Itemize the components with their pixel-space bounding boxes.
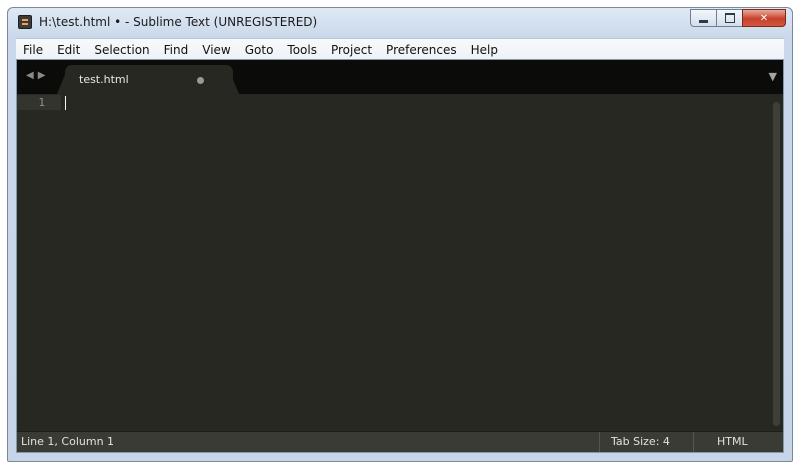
window-title: H:\test.html • - Sublime Text (UNREGISTE… [39, 15, 318, 29]
menu-preferences[interactable]: Preferences [379, 40, 464, 60]
close-button[interactable]: ✕ [742, 9, 786, 27]
window-controls: ✕ [690, 9, 786, 27]
app-window: H:\test.html • - Sublime Text (UNREGISTE… [7, 7, 793, 462]
menu-tools[interactable]: Tools [280, 40, 324, 60]
minimize-button[interactable] [690, 9, 716, 27]
sublime-app-icon[interactable] [18, 15, 32, 29]
back-arrow-icon[interactable]: ◀ [26, 70, 38, 81]
menu-selection[interactable]: Selection [87, 40, 156, 60]
tab-size-indicator[interactable]: Tab Size: 4 [611, 435, 670, 448]
title-bar[interactable]: H:\test.html • - Sublime Text (UNREGISTE… [8, 8, 792, 38]
text-cursor [65, 96, 66, 110]
tab-nav: ◀▶ [26, 70, 49, 81]
vertical-scrollbar[interactable] [773, 102, 780, 426]
unsaved-dot-icon[interactable] [197, 77, 204, 84]
line-number: 1 [38, 96, 45, 109]
menu-file[interactable]: File [16, 40, 50, 60]
minimize-icon [699, 19, 708, 23]
maximize-button[interactable] [716, 9, 742, 27]
status-divider [693, 432, 694, 452]
menu-view[interactable]: View [195, 40, 237, 60]
syntax-indicator[interactable]: HTML [717, 435, 748, 448]
menu-goto[interactable]: Goto [238, 40, 281, 60]
line-gutter: 1 [17, 94, 61, 432]
menu-edit[interactable]: Edit [50, 40, 87, 60]
status-bar: Line 1, Column 1 Tab Size: 4 HTML [17, 431, 783, 452]
menu-bar: File Edit Selection Find View Goto Tools… [16, 38, 784, 60]
tab-strip: ◀▶ test.html ▼ [17, 60, 783, 95]
status-divider [599, 432, 600, 452]
tab-label: test.html [79, 73, 129, 86]
menu-find[interactable]: Find [157, 40, 196, 60]
maximize-icon [724, 13, 735, 23]
forward-arrow-icon[interactable]: ▶ [38, 70, 50, 81]
tab-test-html[interactable]: test.html [65, 65, 233, 95]
close-icon: ✕ [759, 12, 769, 24]
cursor-position: Line 1, Column 1 [21, 435, 115, 448]
menu-project[interactable]: Project [324, 40, 379, 60]
text-editor[interactable]: 1 [17, 94, 783, 432]
tab-dropdown-icon[interactable]: ▼ [769, 70, 777, 83]
menu-help[interactable]: Help [464, 40, 505, 60]
editor-area: ◀▶ test.html ▼ 1 Line 1, Column 1 Tab Si… [16, 59, 784, 453]
